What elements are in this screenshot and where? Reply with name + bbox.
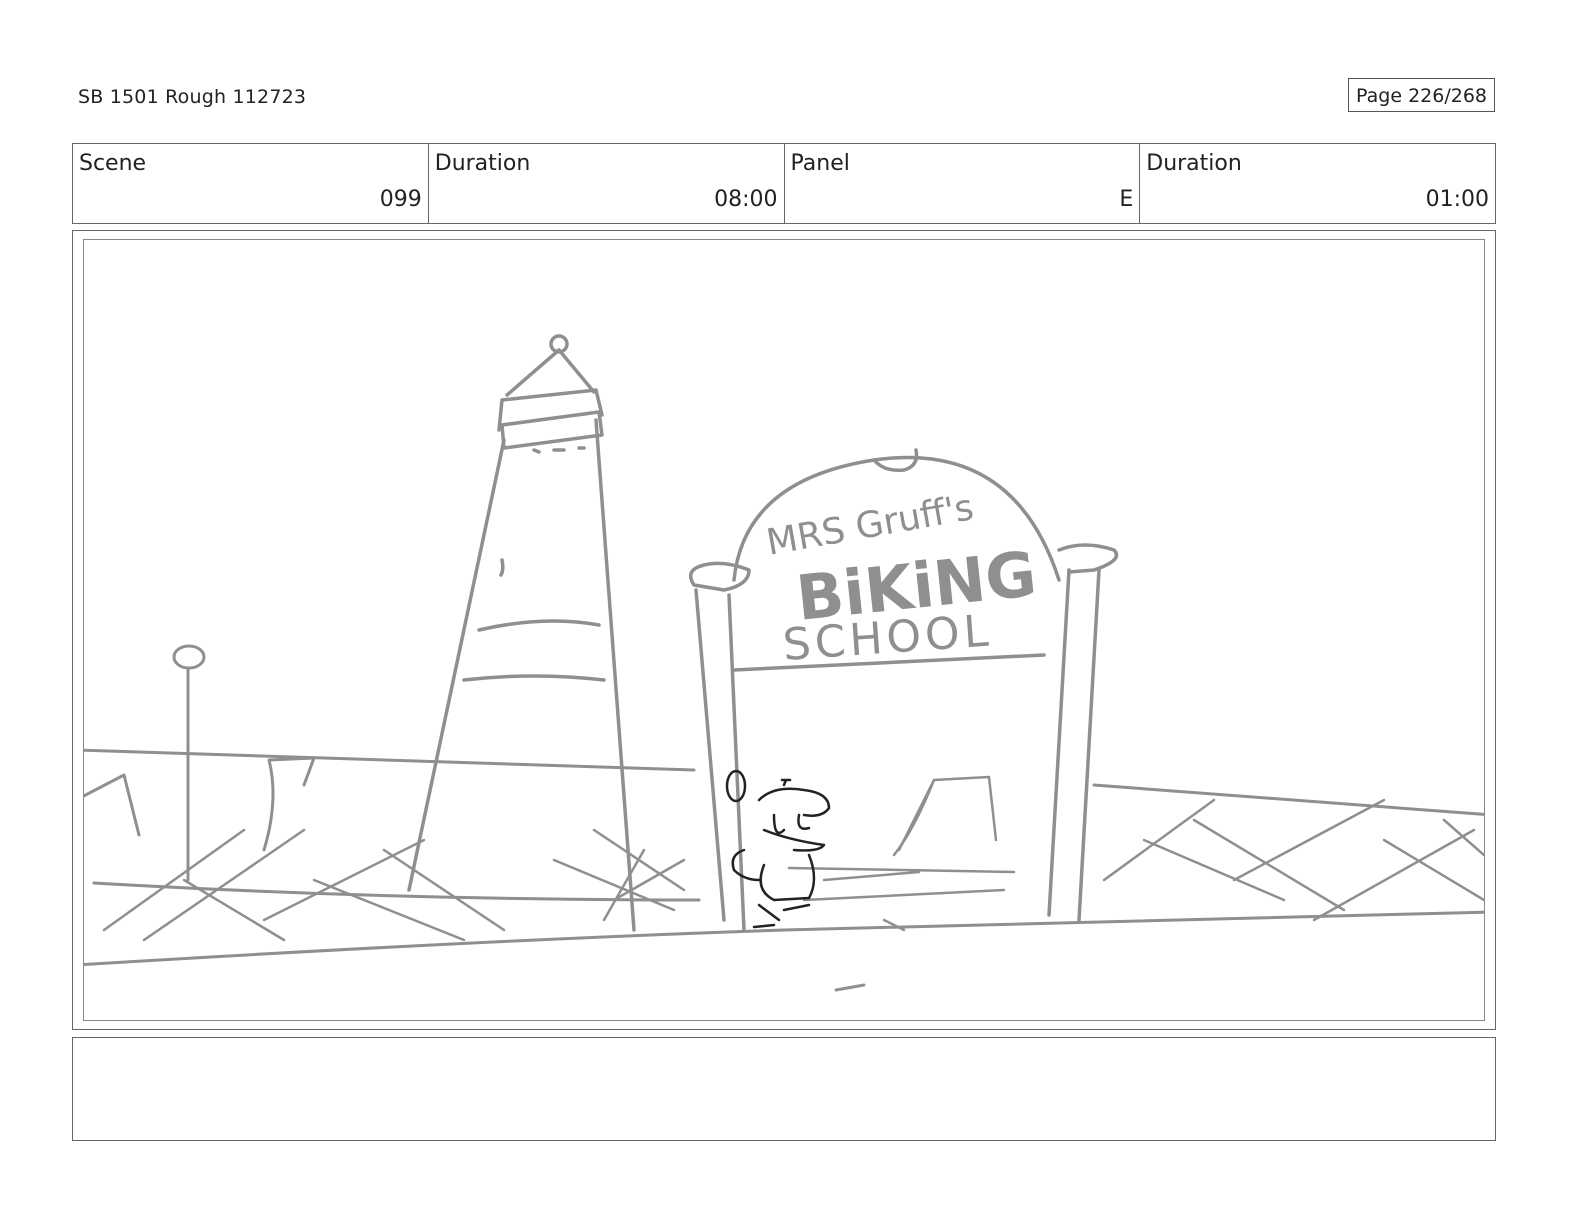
scene-cell: Scene 099 bbox=[73, 144, 429, 223]
scene-duration-cell: Duration 08:00 bbox=[429, 144, 785, 223]
scene-value: 099 bbox=[379, 187, 422, 212]
panel-drawing-area: MRS Gruff's BiKiNG SCHOOL bbox=[83, 239, 1485, 1021]
page-number: Page 226/268 bbox=[1348, 78, 1495, 112]
panel-duration-cell: Duration 01:00 bbox=[1140, 144, 1495, 223]
scene-duration-value: 08:00 bbox=[714, 187, 778, 212]
crosshatch-fence bbox=[102, 798, 1484, 942]
panel-label: Panel bbox=[790, 151, 850, 176]
scene-label: Scene bbox=[79, 151, 147, 176]
storyboard-panel: MRS Gruff's BiKiNG SCHOOL bbox=[72, 230, 1496, 1030]
left-posts bbox=[84, 644, 316, 882]
panel-duration-value: 01:00 bbox=[1425, 187, 1489, 212]
hedge-line bbox=[822, 870, 921, 932]
document-title: SB 1501 Rough 112723 bbox=[78, 86, 307, 108]
sign-lettering: MRS Gruff's BiKiNG SCHOOL bbox=[763, 487, 1039, 671]
panel-value: E bbox=[1119, 187, 1134, 212]
notes-box bbox=[72, 1037, 1496, 1141]
panel-duration-label: Duration bbox=[1146, 151, 1242, 176]
lighthouse bbox=[407, 334, 636, 932]
scene-duration-label: Duration bbox=[434, 151, 531, 176]
storyboard-sketch: MRS Gruff's BiKiNG SCHOOL bbox=[84, 334, 1484, 992]
ground-mark bbox=[834, 983, 866, 992]
panel-info-table: Scene 099 Duration 08:00 Panel E Duratio… bbox=[72, 143, 1496, 224]
panel-cell: Panel E bbox=[785, 144, 1141, 223]
